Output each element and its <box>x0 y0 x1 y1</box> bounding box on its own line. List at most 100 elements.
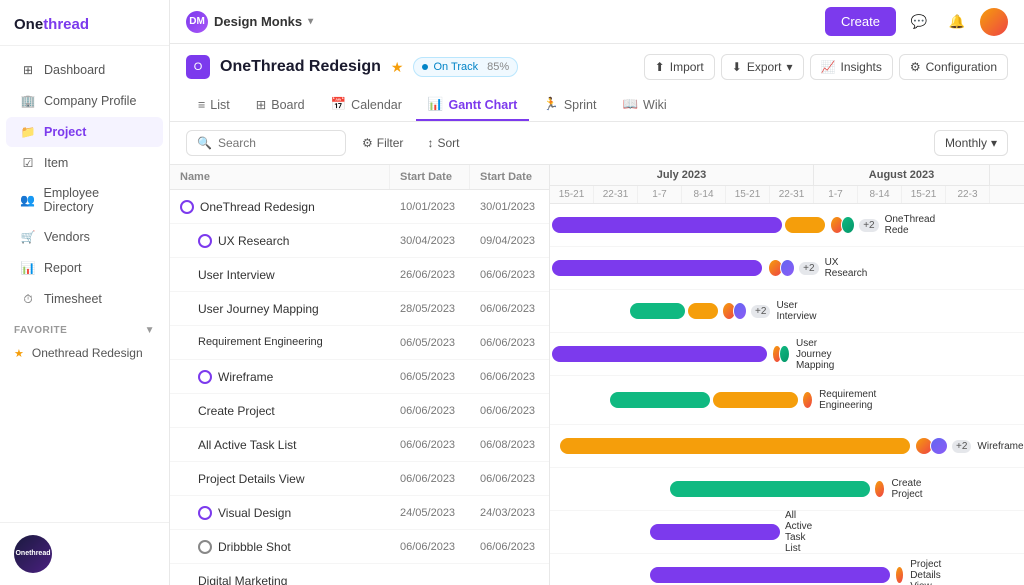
main-content: DM Design Monks ▾ Create 💬 🔔 O OneThread… <box>170 0 1024 585</box>
sidebar-item-label: Report <box>44 261 82 275</box>
import-button[interactable]: ⬆ Import <box>644 54 715 80</box>
task-start-9: 06/06/2023 <box>390 468 470 490</box>
timeline-row-4: User Journey Mapping <box>550 333 1024 376</box>
workspace-badge[interactable]: DM Design Monks ▾ <box>186 11 313 33</box>
week-3: 1-7 <box>638 186 682 203</box>
sidebar-item-dashboard[interactable]: ⊞ Dashboard <box>6 55 163 85</box>
bar-label-2: UX Research <box>825 257 874 279</box>
gantt-timeline: July 2023 August 2023 15-21 22-31 1-7 8-… <box>550 165 1024 585</box>
task-row-4[interactable]: User Journey Mapping 28/05/2023 06/06/20… <box>170 292 549 326</box>
bell-icon-button[interactable]: 🔔 <box>942 7 972 37</box>
bar-label-1: OneThread Rede <box>885 214 943 236</box>
sidebar-item-vendors[interactable]: 🛒 Vendors <box>6 222 163 252</box>
project-actions: ⬆ Import ⬇ Export ▾ 📈 Insights ⚙ Configu… <box>644 54 1008 80</box>
task-row-1[interactable]: OneThread Redesign 10/01/2023 30/01/2023 <box>170 190 549 224</box>
task-name-2: UX Research <box>188 229 390 253</box>
project-status-badge: On Track 85% <box>413 57 518 77</box>
timeline-row-1: +2 OneThread Rede <box>550 204 1024 247</box>
col-header-name: Name <box>170 165 390 189</box>
task-start-6: 06/05/2023 <box>390 366 470 388</box>
insights-button[interactable]: 📈 Insights <box>810 54 893 80</box>
task-name-7: Create Project <box>170 399 390 423</box>
task-row-9[interactable]: Project Details View 06/06/2023 06/06/20… <box>170 462 549 496</box>
week-10: 22-3 <box>946 186 990 203</box>
gear-icon: ⚙ <box>910 60 921 74</box>
timeline-rows: +2 OneThread Rede +2 UX Research <box>550 204 1024 585</box>
sort-button[interactable]: ↕ Sort <box>419 132 467 154</box>
sidebar-item-employee[interactable]: 👥 Employee Directory <box>6 179 163 221</box>
tab-sprint[interactable]: 🏃 Sprint <box>531 90 608 121</box>
toolbar-left: 🔍 ⚙ Filter ↕ Sort <box>186 130 467 156</box>
task-start-4: 28/05/2023 <box>390 298 470 320</box>
workspace-name: Design Monks <box>214 14 302 29</box>
gantt-chart-body: Name Start Date Start Date OneThread Red… <box>170 165 1024 585</box>
task-circle <box>198 234 212 248</box>
task-start-2: 30/04/2023 <box>390 230 470 252</box>
search-input[interactable] <box>218 136 335 150</box>
top-header: DM Design Monks ▾ Create 💬 🔔 <box>170 0 1024 44</box>
sidebar-item-project[interactable]: 📁 Project <box>6 117 163 147</box>
task-name-4: User Journey Mapping <box>170 297 390 321</box>
bar-label-6: Wireframe <box>977 441 1023 452</box>
task-end-3: 06/06/2023 <box>470 264 550 286</box>
tab-board[interactable]: ⊞ Board <box>244 90 317 121</box>
tab-calendar[interactable]: 📅 Calendar <box>319 90 414 121</box>
board-icon: ⊞ <box>256 97 266 112</box>
timeline-row-3: +2 User Interview <box>550 290 1024 333</box>
search-icon: 🔍 <box>197 136 212 150</box>
timeline-header: July 2023 August 2023 15-21 22-31 1-7 8-… <box>550 165 1024 204</box>
configuration-button[interactable]: ⚙ Configuration <box>899 54 1008 80</box>
task-name-8: All Active Task List <box>170 433 390 457</box>
project-header-icon: O <box>186 55 210 79</box>
project-title: OneThread Redesign <box>220 58 381 76</box>
search-box[interactable]: 🔍 <box>186 130 346 156</box>
chat-icon-button[interactable]: 💬 <box>904 7 934 37</box>
task-circle <box>198 370 212 384</box>
favorite-item-onethread[interactable]: ★ Onethread Redesign <box>0 340 169 366</box>
sidebar-item-company[interactable]: 🏢 Company Profile <box>6 86 163 116</box>
export-button[interactable]: ⬇ Export ▾ <box>721 54 804 80</box>
task-row-6[interactable]: Wireframe 06/05/2023 06/06/2023 <box>170 360 549 394</box>
task-row-12[interactable]: Digital Marketing <box>170 564 549 585</box>
tab-list[interactable]: ≡ List <box>186 90 242 121</box>
task-end-1: 30/01/2023 <box>470 196 550 218</box>
project-star-icon[interactable]: ★ <box>391 59 404 76</box>
task-row-8[interactable]: All Active Task List 06/06/2023 06/08/20… <box>170 428 549 462</box>
chevron-down-icon: ▼ <box>145 325 155 336</box>
task-end-11: 06/06/2023 <box>470 536 550 558</box>
calendar-icon: 📅 <box>331 97 347 112</box>
tab-wiki[interactable]: 📖 Wiki <box>610 90 678 121</box>
sidebar-item-report[interactable]: 📊 Report <box>6 253 163 283</box>
task-name-3: User Interview <box>170 263 390 287</box>
task-start-7: 06/06/2023 <box>390 400 470 422</box>
wiki-icon: 📖 <box>622 97 638 112</box>
status-label: On Track <box>433 61 478 73</box>
user-avatar[interactable] <box>980 8 1008 36</box>
monthly-view-button[interactable]: Monthly ▾ <box>934 130 1008 156</box>
project-icon: 📁 <box>20 124 36 140</box>
task-name-12: Digital Marketing <box>170 569 390 585</box>
sidebar-item-timesheet[interactable]: ⏱ Timesheet <box>6 284 163 314</box>
bar-label-8: All Active Task List <box>785 510 812 554</box>
tab-gantt[interactable]: 📊 Gantt Chart <box>416 90 529 121</box>
task-row-3[interactable]: User Interview 26/06/2023 06/06/2023 <box>170 258 549 292</box>
task-row-10[interactable]: Visual Design 24/05/2023 24/03/2023 <box>170 496 549 530</box>
create-button[interactable]: Create <box>825 7 896 36</box>
task-start-3: 26/06/2023 <box>390 264 470 286</box>
week-6: 22-31 <box>770 186 814 203</box>
col-header-end: Start Date <box>470 165 550 189</box>
week-2: 22-31 <box>594 186 638 203</box>
task-row-5[interactable]: Requirement Engineering 06/05/2023 06/06… <box>170 326 549 360</box>
sidebar-item-item[interactable]: ☑ Item <box>6 148 163 178</box>
vendors-icon: 🛒 <box>20 229 36 245</box>
insights-icon: 📈 <box>821 60 836 74</box>
gantt-col-headers: Name Start Date Start Date <box>170 165 549 190</box>
status-dot <box>422 64 428 70</box>
task-row-2[interactable]: UX Research 30/04/2023 09/04/2023 <box>170 224 549 258</box>
favorite-item-label: Onethread Redesign <box>32 346 143 360</box>
sidebar-nav: ⊞ Dashboard 🏢 Company Profile 📁 Project … <box>0 46 169 522</box>
timeline-row-5: Requirement Engineering <box>550 376 1024 425</box>
task-row-11[interactable]: Dribbble Shot 06/06/2023 06/06/2023 <box>170 530 549 564</box>
filter-button[interactable]: ⚙ Filter <box>354 132 411 154</box>
task-row-7[interactable]: Create Project 06/06/2023 06/06/2023 <box>170 394 549 428</box>
